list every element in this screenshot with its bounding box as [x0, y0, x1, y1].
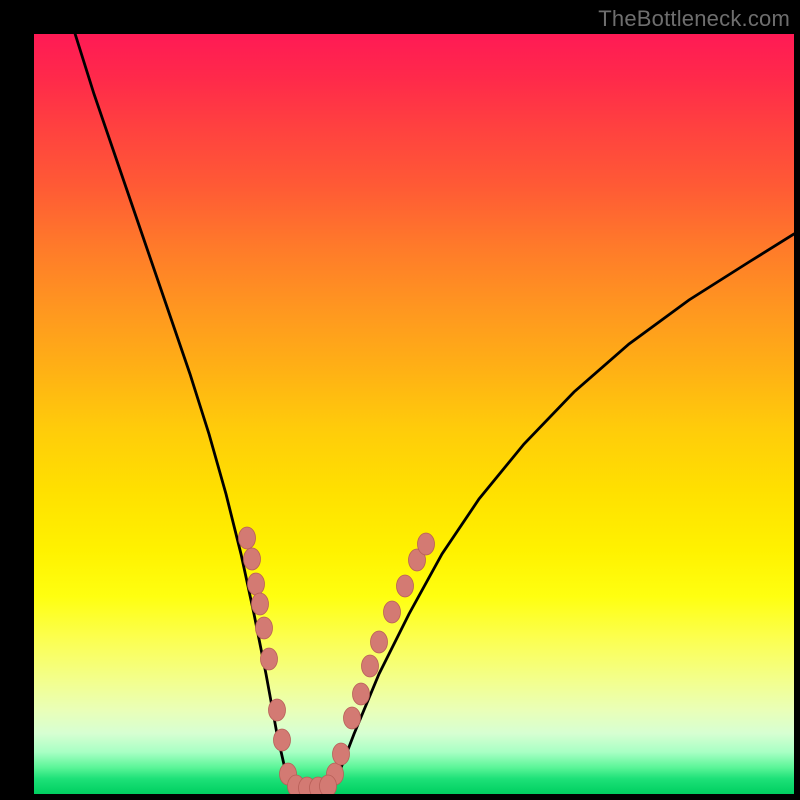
marker-left	[244, 548, 261, 570]
chart-stage: TheBottleneck.com	[0, 0, 800, 800]
marker-bottom	[320, 775, 337, 794]
marker-left	[248, 573, 265, 595]
marker-right	[384, 601, 401, 623]
marker-left	[256, 617, 273, 639]
chart-svg	[34, 34, 794, 794]
marker-left	[274, 729, 291, 751]
marker-right	[344, 707, 361, 729]
marker-left	[252, 593, 269, 615]
marker-left	[269, 699, 286, 721]
marker-right	[333, 743, 350, 765]
plot-area	[34, 34, 794, 794]
marker-group	[239, 527, 435, 794]
marker-left	[261, 648, 278, 670]
watermark-text: TheBottleneck.com	[598, 6, 790, 32]
marker-right	[371, 631, 388, 653]
marker-right	[418, 533, 435, 555]
curve-left-branch	[72, 34, 298, 794]
marker-right	[362, 655, 379, 677]
curve-right-branch	[326, 234, 794, 794]
marker-right	[353, 683, 370, 705]
marker-right	[397, 575, 414, 597]
marker-left	[239, 527, 256, 549]
